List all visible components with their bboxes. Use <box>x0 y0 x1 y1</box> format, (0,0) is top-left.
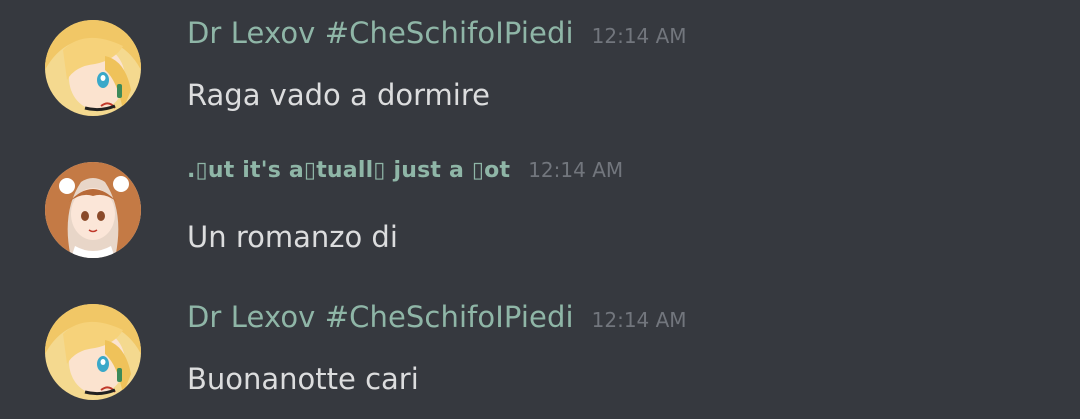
chat-message: .▯ut it's a▯tuall▯ just a ▯ot 12:14 AM U… <box>0 152 1080 272</box>
message-header: Dr Lexov #CheSchifoIPiedi 12:14 AM <box>187 300 687 336</box>
chat-message: Dr Lexov #CheSchifoIPiedi 12:14 AM Buona… <box>0 294 1080 414</box>
message-text: Buonanotte cari <box>187 362 419 396</box>
avatar[interactable] <box>45 20 141 116</box>
blonde-anime-girl-avatar-icon <box>45 20 141 116</box>
avatar[interactable] <box>45 162 141 258</box>
timestamp: 12:14 AM <box>591 308 687 332</box>
chat-message: Dr Lexov #CheSchifoIPiedi 12:14 AM Raga … <box>0 10 1080 130</box>
timestamp: 12:14 AM <box>591 24 687 48</box>
message-text: Un romanzo di <box>187 220 398 254</box>
username[interactable]: Dr Lexov #CheSchifoIPiedi <box>187 16 574 50</box>
redhead-anime-girl-avatar-icon <box>45 162 141 258</box>
message-header: .▯ut it's a▯tuall▯ just a ▯ot 12:14 AM <box>187 158 623 194</box>
timestamp: 12:14 AM <box>528 158 624 182</box>
username[interactable]: Dr Lexov #CheSchifoIPiedi <box>187 300 574 334</box>
username[interactable]: .▯ut it's a▯tuall▯ just a ▯ot <box>187 158 510 183</box>
chat-message-list: Dr Lexov #CheSchifoIPiedi 12:14 AM Raga … <box>0 0 1080 419</box>
message-header: Dr Lexov #CheSchifoIPiedi 12:14 AM <box>187 16 687 52</box>
avatar[interactable] <box>45 304 141 400</box>
message-text: Raga vado a dormire <box>187 78 490 112</box>
blonde-anime-girl-avatar-icon <box>45 304 141 400</box>
